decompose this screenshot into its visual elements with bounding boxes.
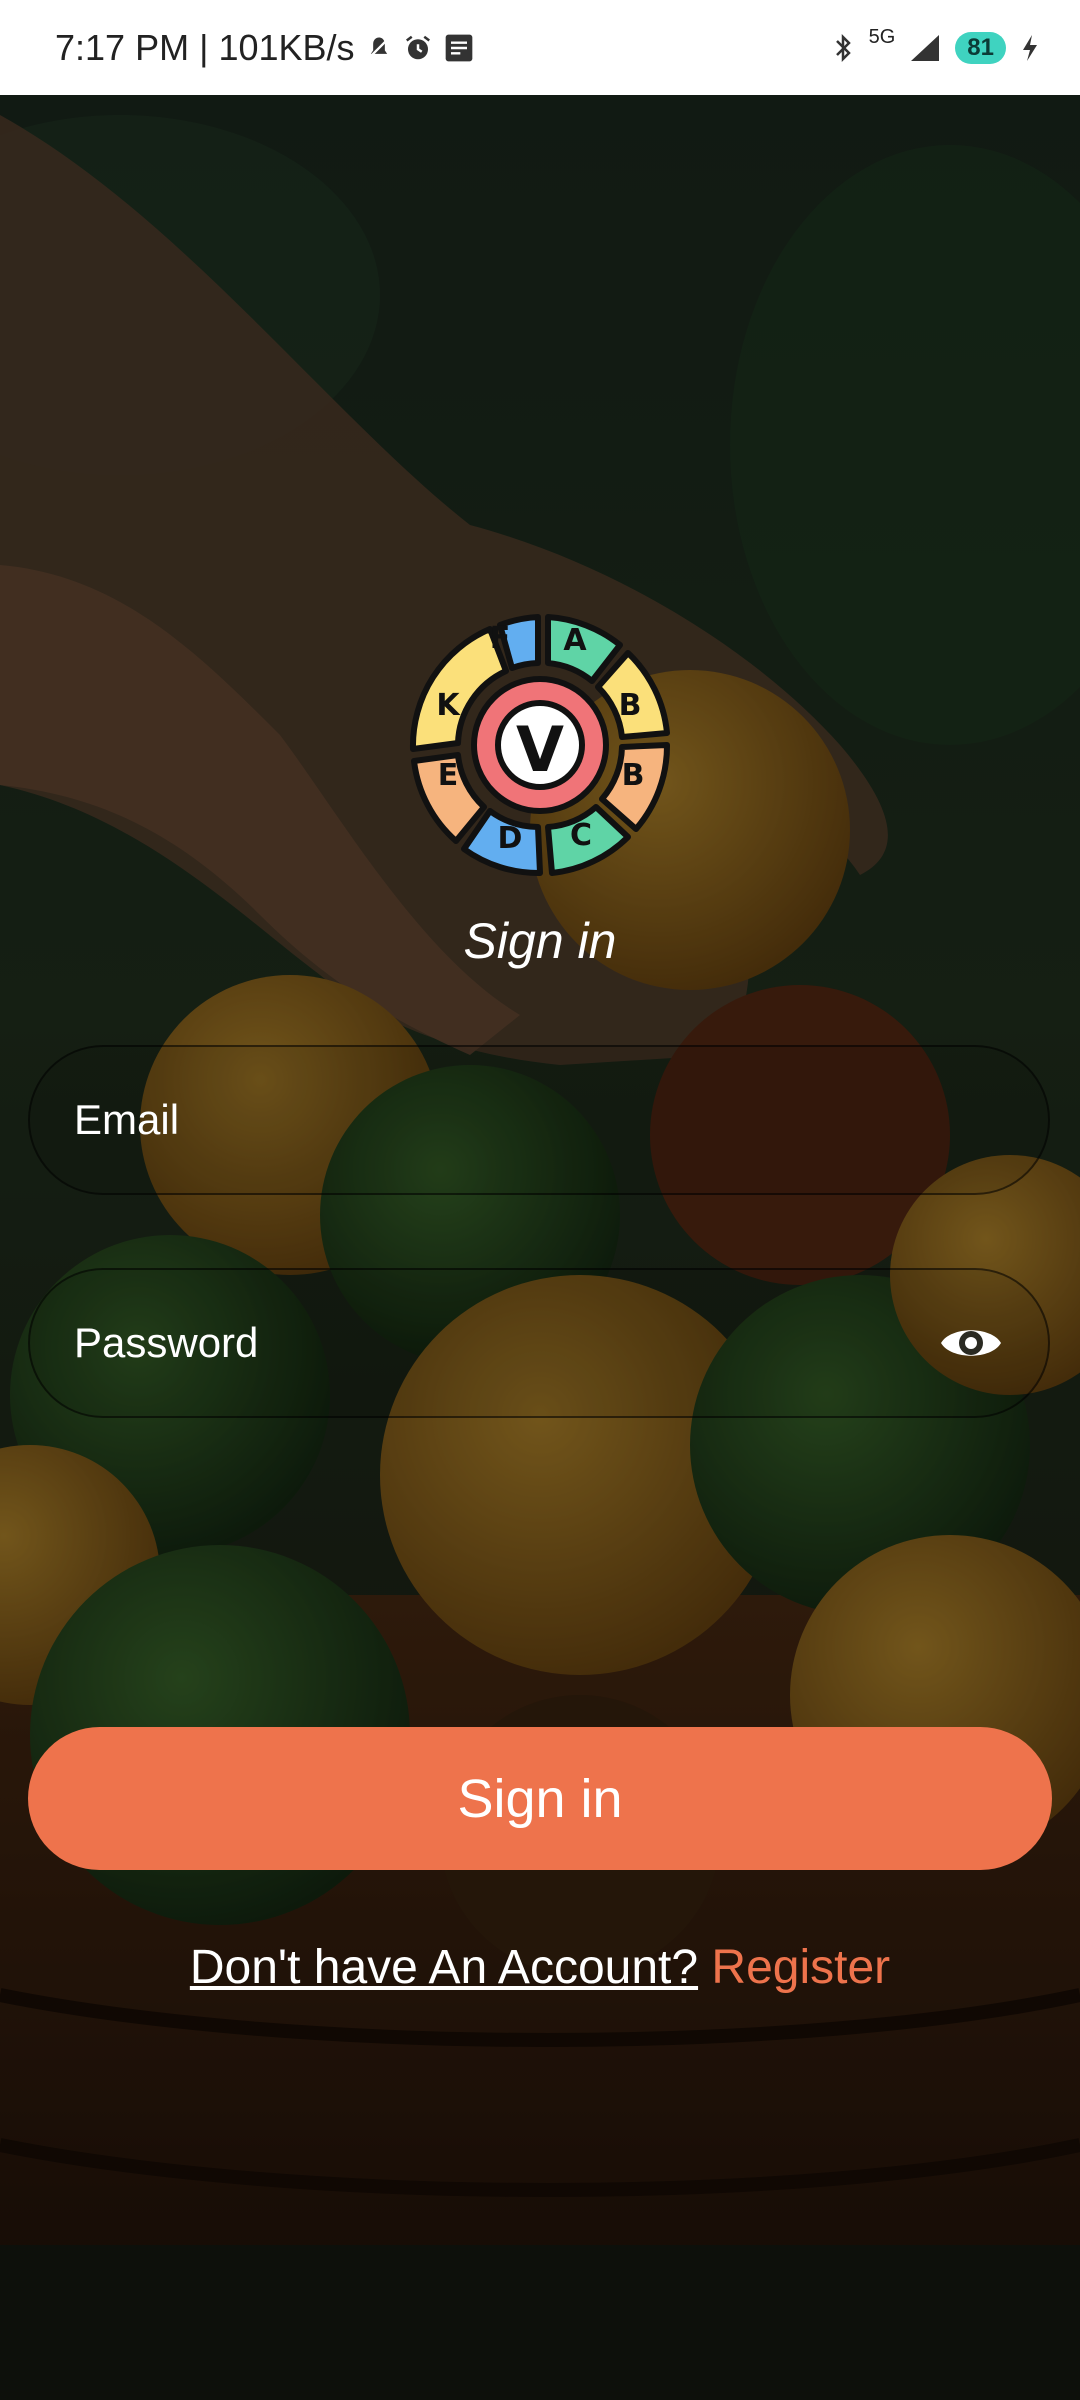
register-link[interactable]: Register [711,1941,890,1994]
charging-icon [1020,33,1040,63]
logo-letter-e: E [438,758,459,793]
email-field[interactable] [28,1045,1050,1195]
notes-icon [443,32,475,64]
status-time: 7:17 PM [55,26,190,68]
alarm-icon [403,33,433,63]
network-label: 5G [868,26,896,48]
status-bar: 7:17 PM | 101KB/s 5G 81 [0,0,1080,95]
logo-letter-k: K [436,688,461,723]
status-left: 7:17 PM | 101KB/s [55,27,475,69]
show-password-eye-icon[interactable] [936,1318,1006,1368]
logo-letter-f: F [490,621,511,656]
status-right: 5G 81 [831,26,1040,64]
app-logo: V F A B B C D E K [405,605,675,885]
logo-letter-a: A [563,623,587,658]
password-field[interactable] [28,1268,1050,1418]
battery-indicator: 81 [955,31,1006,64]
email-input[interactable] [72,1095,1006,1145]
password-input[interactable] [72,1318,936,1368]
background-photo [0,95,1080,2400]
status-speed: 101KB/s [218,26,355,68]
logo-letter-b1: B [619,688,642,723]
logo-letter-c: C [570,818,592,853]
logo-letter-d: D [498,821,523,856]
bell-off-icon [365,34,393,62]
logo-letter-b2: B [622,758,645,793]
status-separator: | [199,26,209,68]
bluetooth-icon [831,33,855,63]
signal-icon [909,33,941,63]
register-row: Don't have An Account? Register [0,1940,1080,1995]
page-title: Sign in [463,913,617,969]
sign-in-button[interactable]: Sign in [28,1727,1052,1870]
logo-center-letter: V [516,713,564,786]
register-question: Don't have An Account? [189,1941,699,1994]
